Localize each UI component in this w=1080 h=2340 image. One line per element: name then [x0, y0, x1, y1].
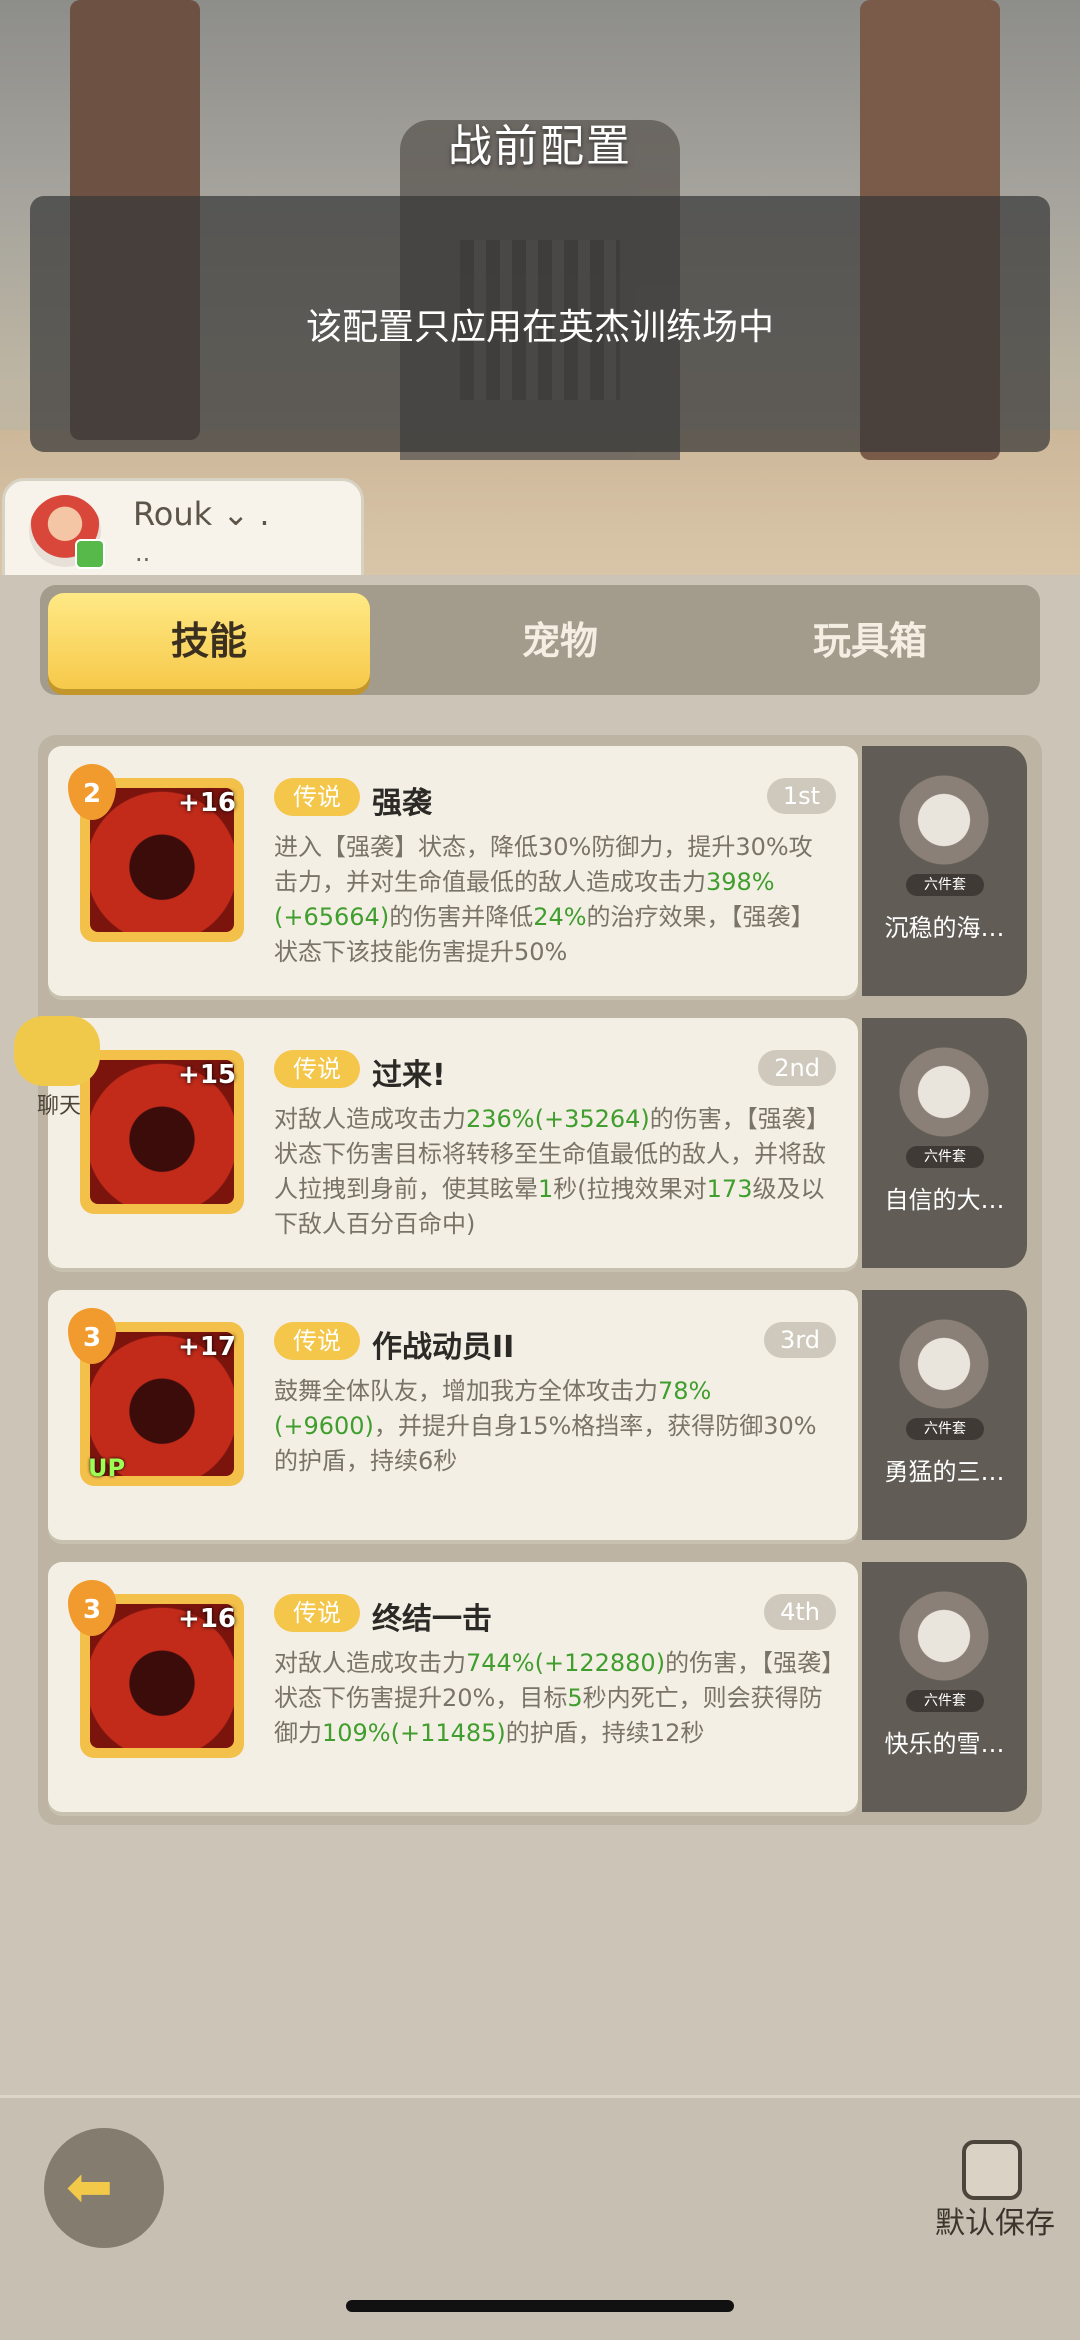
pet-icon: [892, 1312, 996, 1416]
skill-icon: 2 +16: [68, 764, 244, 942]
page-title: 战前配置: [448, 121, 632, 172]
back-arrow-icon: ⬅: [66, 2155, 113, 2220]
back-button[interactable]: ⬅: [44, 2128, 164, 2248]
skill-description: 进入【强袭】状态，降低30%防御力，提升30%攻击力，并对生命值最低的敌人造成攻…: [274, 833, 815, 966]
skill-plus: +16: [178, 788, 236, 818]
notice-text: 该配置只应用在英杰训练场中: [305, 307, 774, 348]
skill-plus: +15: [178, 1060, 236, 1090]
default-save-label: 默认保存: [935, 2206, 1055, 2241]
profile-name: Rouk ⌄ .: [133, 495, 270, 533]
skill-icon: +15: [80, 1050, 244, 1214]
skill-icon: 3 +16: [68, 1580, 244, 1758]
skill-name: 过来!: [372, 1058, 446, 1093]
avatar: [29, 495, 105, 569]
skill-name: 强袭: [372, 786, 432, 821]
pet-icon: [892, 1584, 996, 1688]
pet-icon: [892, 768, 996, 872]
chat-button[interactable]: 聊天: [14, 1016, 104, 1119]
tab-toybox[interactable]: 玩具箱: [710, 593, 1030, 689]
pet-name: 沉稳的海…: [884, 914, 1005, 942]
pet-slot[interactable]: 六件套快乐的雪…: [862, 1562, 1027, 1812]
pet-name: 勇猛的三…: [884, 1458, 1005, 1486]
notice-banner: 该配置只应用在英杰训练场中: [30, 196, 1050, 452]
pet-slot[interactable]: 六件套自信的大…: [862, 1018, 1027, 1268]
skill-card[interactable]: +15 传说 过来! 2nd 对敌人造成攻击力236%(+35264)的伤害，【…: [48, 1018, 858, 1268]
skill-rank: 2nd: [758, 1050, 836, 1086]
pet-slot[interactable]: 六件套勇猛的三…: [862, 1290, 1027, 1540]
pet-set-tag: 六件套: [906, 1418, 984, 1440]
tab-bar: 技能 宠物 玩具箱: [40, 585, 1040, 695]
pet-name: 快乐的雪…: [884, 1730, 1005, 1758]
skill-rank: 4th: [764, 1594, 836, 1630]
profile-tab[interactable]: Rouk ⌄ . ..: [2, 478, 364, 584]
pet-set-tag: 六件套: [906, 1690, 984, 1712]
chat-badge-icon: [75, 539, 105, 569]
rarity-badge: 传说: [274, 1594, 360, 1632]
skill-plus: +16: [178, 1604, 236, 1634]
skill-plus: +17: [178, 1332, 236, 1362]
skill-description: 鼓舞全体队友，增加我方全体攻击力78%(+9600)，并提升自身15%格挡率，获…: [274, 1377, 817, 1475]
skill-name: 作战动员II: [372, 1330, 515, 1365]
skill-card[interactable]: 3 +16 传说 终结一击 4th 对敌人造成攻击力744%(+122880)的…: [48, 1562, 858, 1812]
rarity-badge: 传说: [274, 1050, 360, 1088]
skill-rank: 1st: [766, 778, 836, 814]
skill-card[interactable]: 2 +16 传说 强袭 1st 进入【强袭】状态，降低30%防御力，提升30%攻…: [48, 746, 858, 996]
default-save-checkbox[interactable]: [962, 2140, 1022, 2200]
skill-icon: 3 +17 UP: [68, 1308, 244, 1486]
pet-name: 自信的大…: [884, 1186, 1005, 1214]
skill-name: 终结一击: [372, 1602, 492, 1637]
pet-set-tag: 六件套: [906, 1146, 984, 1168]
skill-description: 对敌人造成攻击力744%(+122880)的伤害，【强袭】状态下伤害提升20%，…: [274, 1649, 834, 1747]
skill-rank: 3rd: [764, 1322, 836, 1358]
pet-set-tag: 六件套: [906, 874, 984, 896]
chat-label: 聊天: [36, 1094, 81, 1119]
tab-pets[interactable]: 宠物: [410, 593, 710, 689]
skill-card[interactable]: 3 +17 UP 传说 作战动员II 3rd 鼓舞全体队友，增加我方全体攻击力7…: [48, 1290, 858, 1540]
profile-sub: ..: [135, 539, 151, 567]
upgrade-badge: UP: [88, 1454, 126, 1482]
skill-description: 对敌人造成攻击力236%(+35264)的伤害，【强袭】状态下伤害目标将转移至生…: [274, 1105, 830, 1238]
pet-slot[interactable]: 六件套沉稳的海…: [862, 746, 1027, 996]
tab-skills[interactable]: 技能: [48, 593, 370, 689]
rarity-badge: 传说: [274, 778, 360, 816]
home-indicator[interactable]: [346, 2300, 734, 2312]
rarity-badge: 传说: [274, 1322, 360, 1360]
chat-bubble-icon: [14, 1016, 100, 1086]
pet-icon: [892, 1040, 996, 1144]
